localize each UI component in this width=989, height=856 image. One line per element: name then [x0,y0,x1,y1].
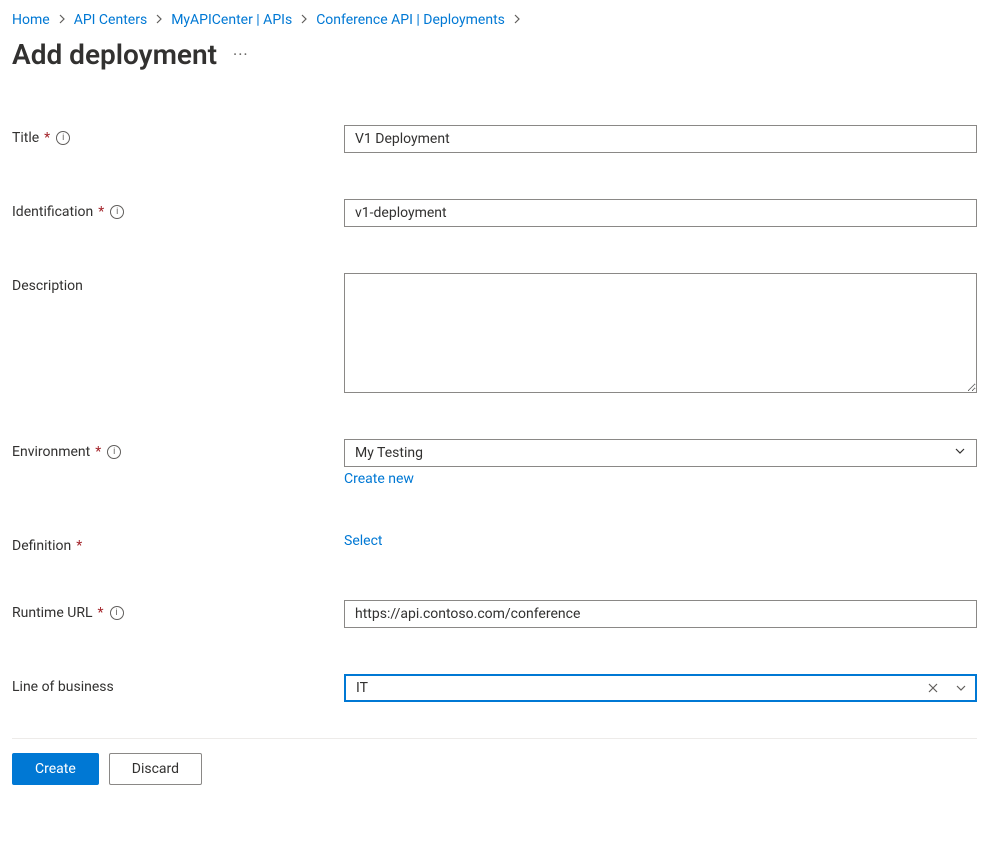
page-title: Add deployment [12,38,217,71]
label-text: Description [12,278,83,294]
chevron-right-icon [511,13,523,28]
breadcrumb-my-api-center-apis[interactable]: MyAPICenter | APIs [171,12,292,28]
field-runtime-url: Runtime URL * i [12,600,977,628]
field-runtime-url-label: Runtime URL * i [12,600,344,621]
combobox-value: IT [356,680,919,696]
more-icon[interactable]: ··· [233,45,249,64]
deployment-form: Title * i Identification * i Description… [12,125,977,702]
chevron-right-icon [298,13,310,28]
environment-dropdown[interactable]: My Testing [344,439,977,467]
info-icon[interactable]: i [56,131,70,145]
required-indicator: * [98,204,104,220]
identification-input[interactable] [344,199,977,227]
label-text: Runtime URL [12,605,92,621]
info-icon[interactable]: i [110,606,124,620]
label-text: Identification [12,204,93,220]
label-text: Environment [12,444,90,460]
field-description-label: Description [12,273,344,294]
dropdown-value: My Testing [355,445,423,461]
line-of-business-combobox[interactable]: IT [344,674,977,702]
info-icon[interactable]: i [110,205,124,219]
label-text: Line of business [12,679,114,695]
label-text: Title [12,130,39,146]
required-indicator: * [44,130,50,146]
runtime-url-input[interactable] [344,600,977,628]
description-textarea[interactable] [344,273,977,393]
field-identification-label: Identification * i [12,199,344,220]
title-input[interactable] [344,125,977,153]
chevron-down-icon [954,445,966,461]
field-title-label: Title * i [12,125,344,146]
definition-select-link[interactable]: Select [344,533,977,549]
label-text: Definition [12,538,71,554]
required-indicator: * [95,444,101,460]
field-title: Title * i [12,125,977,153]
field-environment: Environment * i My Testing Create new [12,439,977,487]
breadcrumb: Home API Centers MyAPICenter | APIs Conf… [12,12,977,28]
field-definition: Definition * Select [12,533,977,554]
chevron-down-icon[interactable] [947,682,975,694]
field-line-of-business: Line of business IT [12,674,977,702]
field-line-of-business-label: Line of business [12,674,344,695]
field-definition-label: Definition * [12,533,344,554]
breadcrumb-api-centers[interactable]: API Centers [74,12,148,28]
required-indicator: * [76,538,82,554]
breadcrumb-home[interactable]: Home [12,12,50,28]
form-footer: Create Discard [12,738,977,799]
field-identification: Identification * i [12,199,977,227]
chevron-right-icon [153,13,165,28]
create-new-environment-link[interactable]: Create new [344,471,977,487]
info-icon[interactable]: i [107,445,121,459]
chevron-right-icon [56,13,68,28]
clear-icon[interactable] [919,682,947,694]
create-button[interactable]: Create [12,753,99,785]
field-environment-label: Environment * i [12,439,344,460]
field-description: Description [12,273,977,393]
page-title-row: Add deployment ··· [12,38,977,71]
discard-button[interactable]: Discard [109,753,202,785]
required-indicator: * [97,605,103,621]
breadcrumb-conference-api-deployments[interactable]: Conference API | Deployments [316,12,505,28]
